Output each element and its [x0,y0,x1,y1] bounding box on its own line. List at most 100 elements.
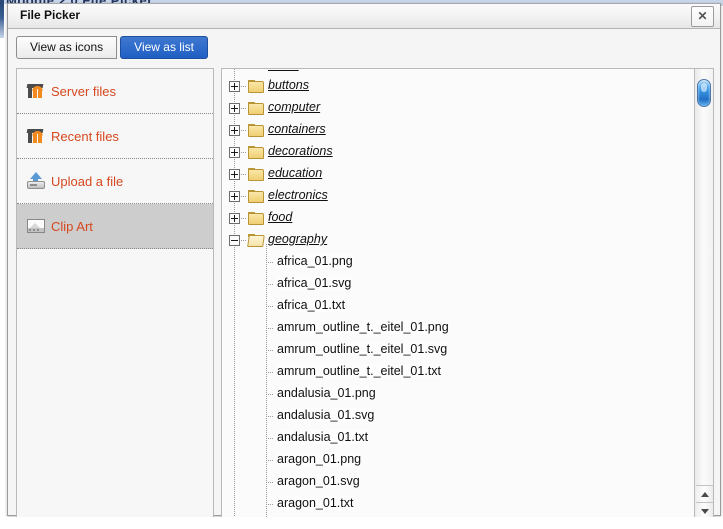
page-left-edge-strip [0,4,4,38]
expand-toggle-icon[interactable] [229,103,240,114]
tree-node-label: food [268,210,292,224]
tree-connector [241,108,247,109]
tree-node-label: decorations [268,144,333,158]
tree-connector [266,328,273,329]
tree-connector [266,460,273,461]
tree-file-label: africa_01.txt [277,298,345,312]
sidebar-item-server-files[interactable]: Server files [17,69,213,114]
tree-connector [241,240,247,241]
expand-toggle-icon[interactable] [229,191,240,202]
tree-node-clipped[interactable]: audio [222,69,694,76]
sidebar-item-upload-a-file[interactable]: Upload a file [17,159,213,204]
sidebar-item-label: Recent files [51,129,119,144]
expand-toggle-icon[interactable] [229,213,240,224]
tree-file-label: aragon_01.svg [277,474,360,488]
tree-file-row[interactable]: aragon_01.svg [222,472,694,494]
tree-file-label: aragon_01.png [277,452,361,466]
tree-file-row[interactable]: amrum_outline_t._eitel_01.txt [222,362,694,384]
tree-connector [266,482,273,483]
tree-node-label: containers [268,122,326,136]
moodle-icon [26,81,46,101]
tree-connector [241,152,247,153]
tree-node-food[interactable]: food [222,208,694,230]
page-left-edge [0,4,7,529]
upload-icon [26,171,46,191]
clipart-icon [26,216,46,236]
sidebar-item-recent-files[interactable]: Recent files [17,114,213,159]
view-as-icons-button[interactable]: View as icons [16,36,117,59]
sidebar-item-label: Upload a file [51,174,123,189]
vertical-scrollbar[interactable] [694,69,713,519]
triangle-down-icon [701,509,709,514]
folder-closed-icon [248,168,264,181]
tree-node-computer[interactable]: computer [222,98,694,120]
moodle-icon [26,126,46,146]
tree-node-label: audio [268,69,299,72]
tree-file-row[interactable]: aragon_01.png [222,450,694,472]
tree-file-label: amrum_outline_t._eitel_01.png [277,320,449,334]
dialog-titlebar[interactable]: File Picker ✕ [8,4,720,29]
tree-file-row[interactable]: africa_01.txt [222,296,694,318]
file-picker-dialog: File Picker ✕ View as icons View as list… [7,3,721,516]
tree-node-containers[interactable]: containers [222,120,694,142]
tree-connector [266,438,273,439]
tree-connector [241,174,247,175]
folder-closed-icon [248,80,264,93]
collapse-toggle-icon[interactable] [229,235,240,246]
tree-file-row[interactable]: amrum_outline_t._eitel_01.png [222,318,694,340]
tree-file-row[interactable]: aragon_01.txt [222,494,694,516]
scrollbar-thumb[interactable] [697,79,711,107]
tree-spine-clipped [234,69,235,76]
tree-connector [241,196,247,197]
close-button[interactable]: ✕ [691,6,714,27]
folder-closed-icon [248,102,264,115]
dialog-body: View as icons View as list Server files … [8,29,720,515]
triangle-up-icon [701,492,709,497]
sidebar-item-label: Clip Art [51,219,93,234]
tree-node-geography[interactable]: geography [222,230,694,252]
tree-file-label: andalusia_01.txt [277,430,368,444]
tree-file-row[interactable]: africa_01.svg [222,274,694,296]
folder-closed-icon [248,146,264,159]
scrollbar-track[interactable] [695,69,713,485]
tree-connector [266,394,273,395]
sidebar-item-label: Server files [51,84,116,99]
tree-node-education[interactable]: education [222,164,694,186]
view-mode-toolbar: View as icons View as list [16,36,208,59]
tree-connector [266,372,273,373]
tree-connector [241,86,247,87]
tree-node-buttons[interactable]: buttons [222,76,694,98]
tree-file-row[interactable]: africa_01.png [222,252,694,274]
tree-node-label: geography [268,232,327,246]
sidebar-item-clip-art[interactable]: Clip Art [17,204,213,249]
repository-sidebar: Server files Recent files Upload a file … [16,68,214,520]
folder-closed-icon [248,212,264,225]
tree-connector [266,262,273,263]
close-icon: ✕ [697,10,707,22]
folder-closed-icon [248,190,264,203]
tree-file-row[interactable]: amrum_outline_t._eitel_01.svg [222,340,694,362]
expand-toggle-icon[interactable] [229,147,240,158]
tree-node-label: buttons [268,78,309,92]
tree-connector [241,218,247,219]
tree-file-label: andalusia_01.svg [277,408,374,422]
tree-node-decorations[interactable]: decorations [222,142,694,164]
folder-closed-icon [248,124,264,137]
tree-node-label: computer [268,100,320,114]
tree-connector [241,130,247,131]
tree-file-row[interactable]: andalusia_01.svg [222,406,694,428]
tree-file-label: aragon_01.txt [277,496,353,510]
expand-toggle-icon[interactable] [229,125,240,136]
tree-file-row[interactable]: andalusia_01.txt [222,428,694,450]
tree-file-label: andalusia_01.png [277,386,376,400]
page-bottom-strip [0,517,723,529]
expand-toggle-icon[interactable] [229,81,240,92]
file-tree[interactable]: audio buttons computer [222,69,694,519]
scroll-up-button[interactable] [696,485,713,502]
expand-toggle-icon[interactable] [229,169,240,180]
dialog-title: File Picker [20,8,80,22]
tree-node-electronics[interactable]: electronics [222,186,694,208]
tree-file-row[interactable]: andalusia_01.png [222,384,694,406]
tree-connector [266,350,273,351]
view-as-list-button[interactable]: View as list [120,36,208,59]
